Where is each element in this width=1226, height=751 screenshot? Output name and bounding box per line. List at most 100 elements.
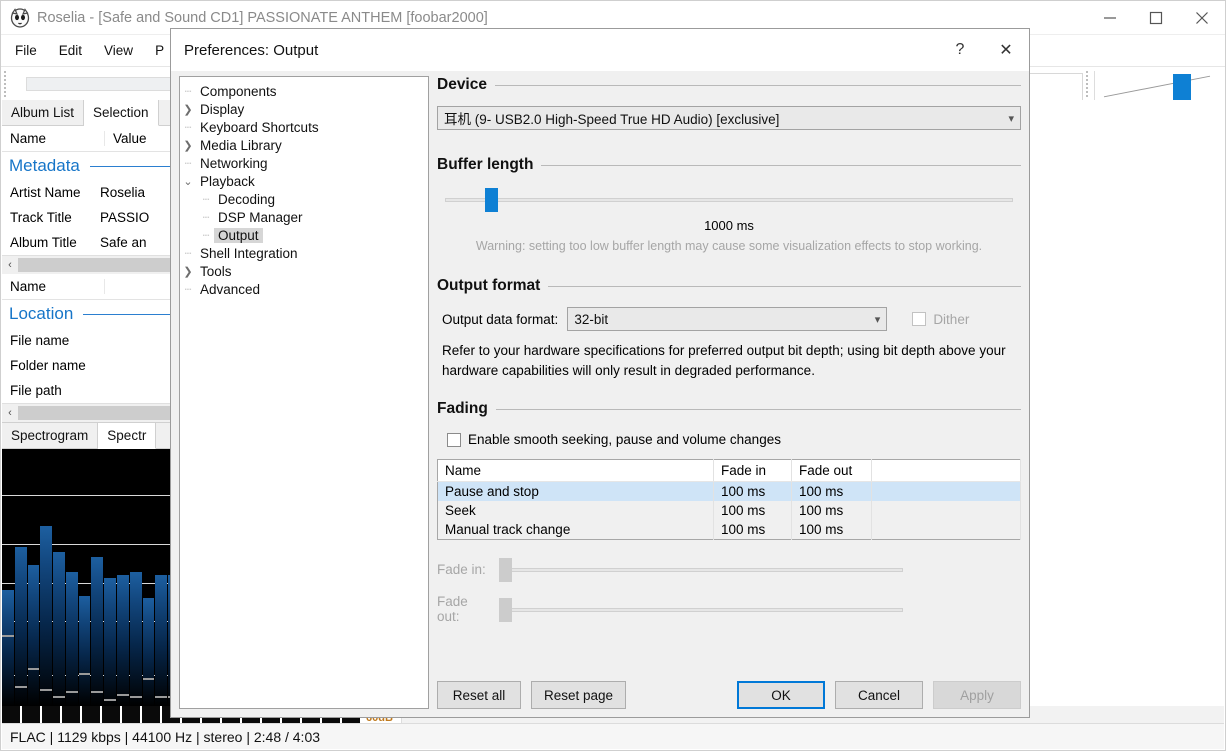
tree-item-label: Playback (200, 173, 255, 189)
field-name: File name (10, 333, 70, 348)
reset-all-button[interactable]: Reset all (437, 681, 521, 709)
minimize-icon[interactable] (1087, 1, 1133, 34)
chevron-right-icon[interactable]: ❯ (180, 139, 196, 152)
tab-spectrum[interactable]: Spectr (98, 423, 157, 449)
buffer-length-slider[interactable] (445, 188, 1013, 212)
spectrum-bar-peak (129, 696, 142, 699)
tree-item-tools[interactable]: ❯ Tools (180, 262, 428, 280)
tree-item-components[interactable]: ┈ Components (180, 82, 428, 100)
maximize-icon[interactable] (1133, 1, 1179, 34)
tree-item-output[interactable]: ┈ Output (180, 226, 428, 244)
cancel-button[interactable]: Cancel (835, 681, 923, 709)
close-icon[interactable]: ✕ (983, 29, 1029, 71)
spectrum-bar-fill (65, 572, 78, 706)
dialog-window-controls: ? ✕ (937, 29, 1029, 71)
dither-checkbox[interactable] (912, 312, 927, 326)
tree-item-networking[interactable]: ┈ Networking (180, 154, 428, 172)
group-title: Metadata (9, 156, 80, 175)
slider-thumb[interactable] (484, 188, 498, 212)
spectrum-bar (142, 598, 155, 706)
menu-playback[interactable]: P (155, 43, 164, 58)
tab-album-list[interactable]: Album List (2, 100, 85, 125)
column-header-fade-out[interactable]: Fade out (791, 459, 872, 483)
enable-smooth-checkbox[interactable] (447, 432, 461, 447)
horizontal-scrollbar-2[interactable]: ‹ (2, 403, 180, 422)
properties-grid-header-2: Name (2, 274, 180, 300)
scrollbar-thumb[interactable] (18, 258, 180, 272)
tree-item-decoding[interactable]: ┈ Decoding (180, 190, 428, 208)
close-icon[interactable] (1179, 1, 1225, 34)
column-header-name[interactable]: Name (437, 459, 714, 483)
table-row[interactable]: File path (2, 378, 180, 403)
tree-item-label: Tools (200, 263, 232, 279)
output-data-format-select[interactable]: 32-bit ▾ (567, 307, 888, 331)
menu-file[interactable]: File (15, 43, 37, 58)
chevron-right-icon[interactable]: ❯ (180, 265, 196, 278)
device-select-value: 耳机 (9- USB2.0 High-Speed True HD Audio) … (444, 112, 780, 127)
menu-edit[interactable]: Edit (59, 43, 82, 58)
cell-fade-in: 100 ms (713, 501, 792, 521)
chevron-right-icon[interactable]: ❯ (180, 103, 196, 116)
volume-slider[interactable] (1094, 71, 1215, 101)
table-row[interactable]: Pause and stop 100 ms 100 ms (437, 481, 1021, 502)
cell-blank (871, 520, 1021, 540)
output-format-heading-text: Output format (437, 277, 541, 294)
volume-thumb[interactable] (1173, 74, 1191, 100)
slider-thumb[interactable] (499, 558, 512, 583)
tree-item-keyboard-shortcuts[interactable]: ┈ Keyboard Shortcuts (180, 118, 428, 136)
heading-rule (495, 408, 1021, 410)
fade-settings-table[interactable]: Name Fade in Fade out Pause and stop 100 … (437, 459, 1021, 541)
horizontal-scrollbar[interactable]: ‹ (2, 255, 180, 274)
scroll-left-arrow[interactable]: ‹ (2, 259, 18, 271)
enable-smooth-label: Enable smooth seeking, pause and volume … (468, 432, 781, 448)
group-title: Location (9, 304, 74, 323)
output-data-format-label: Output data format: (442, 311, 559, 327)
slider-thumb[interactable] (499, 598, 512, 623)
spectrum-analyzer[interactable] (2, 449, 180, 706)
tab-selection[interactable]: Selection (84, 100, 159, 126)
fade-in-slider[interactable] (499, 558, 903, 583)
chevron-down-icon[interactable]: ⌄ (180, 175, 196, 188)
column-header-fade-in[interactable]: Fade in (713, 459, 792, 483)
dither-label: Dither (933, 311, 970, 327)
scroll-left-arrow[interactable]: ‹ (2, 407, 18, 419)
tree-item-advanced[interactable]: ┈ Advanced (180, 280, 428, 298)
enable-smooth-checkbox-row[interactable]: Enable smooth seeking, pause and volume … (437, 432, 1021, 447)
fade-out-slider[interactable] (499, 598, 903, 623)
table-row[interactable]: Folder name (2, 353, 180, 378)
reset-page-button[interactable]: Reset page (531, 681, 627, 709)
column-header-name[interactable]: Name (2, 131, 105, 146)
spectrum-bar-fill (91, 556, 104, 706)
table-row[interactable]: Manual track change 100 ms 100 ms (437, 520, 1021, 540)
tree-item-shell-integration[interactable]: ┈ Shell Integration (180, 244, 428, 262)
tree-connector-icon: ┈ (202, 211, 210, 224)
spectrum-bar-peak (142, 678, 155, 681)
column-header-value[interactable]: Value (105, 131, 147, 146)
spectrum-bar-peak (78, 673, 91, 676)
dialog-body: ┈ Components ❯ Display ┈ Keyboard Shortcuts ❯ M… (171, 71, 1029, 717)
volume-grip[interactable] (1086, 71, 1091, 97)
tree-item-display[interactable]: ❯ Display (180, 100, 428, 118)
menu-view[interactable]: View (104, 43, 133, 58)
column-header-name-2[interactable]: Name (2, 279, 105, 294)
ok-button[interactable]: OK (737, 681, 825, 709)
table-row[interactable]: Seek 100 ms 100 ms (437, 501, 1021, 521)
scrollbar-thumb[interactable] (18, 406, 180, 420)
tree-item-playback[interactable]: ⌄ Playback (180, 172, 428, 190)
table-row[interactable]: Artist Name Roselia (2, 180, 180, 205)
column-header-blank[interactable] (871, 459, 1021, 483)
tree-connector-icon: ┈ (184, 121, 192, 134)
heading-rule (548, 285, 1021, 287)
table-row[interactable]: Track Title PASSIO (2, 205, 180, 230)
toolbar-grip[interactable] (4, 71, 9, 97)
tab-spectrogram[interactable]: Spectrogram (2, 423, 99, 448)
tree-item-media-library[interactable]: ❯ Media Library (180, 136, 428, 154)
device-select[interactable]: 耳机 (9- USB2.0 High-Speed True HD Audio) … (437, 106, 1021, 130)
table-row[interactable]: File name (2, 328, 180, 353)
help-icon[interactable]: ? (937, 29, 983, 71)
dither-checkbox-row[interactable]: Dither (912, 312, 969, 327)
spectrum-bar (2, 590, 14, 706)
table-row[interactable]: Album Title Safe an (2, 230, 180, 255)
preferences-tree[interactable]: ┈ Components ❯ Display ┈ Keyboard Shortcuts ❯ M… (179, 76, 429, 709)
tree-item-dsp-manager[interactable]: ┈ DSP Manager (180, 208, 428, 226)
